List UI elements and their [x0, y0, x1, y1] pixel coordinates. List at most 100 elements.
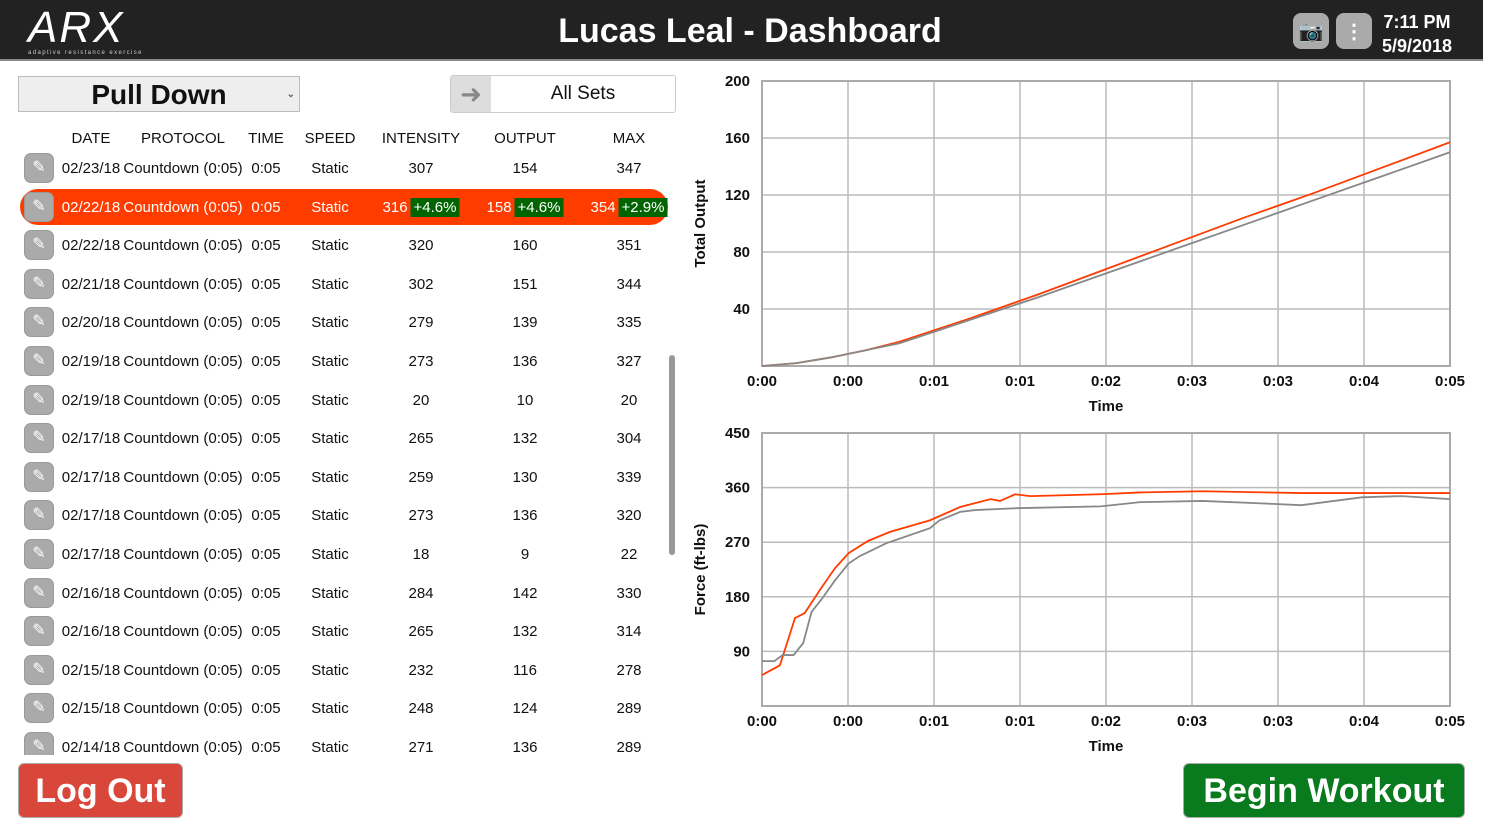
cell-speed: Static — [311, 314, 349, 332]
table-row[interactable]: ✎ 02/14/18 Countdown (0:05) 0:05 Static 271 13… — [20, 729, 668, 755]
edit-pencil-icon[interactable]: ✎ — [24, 268, 54, 299]
scrollbar[interactable] — [669, 355, 675, 555]
cell-max: 289 — [616, 739, 642, 755]
x-tick-label: 0:00 — [747, 713, 777, 730]
camera-button[interactable]: 📷 — [1293, 13, 1329, 49]
edit-pencil-icon[interactable]: ✎ — [24, 153, 54, 183]
cell-protocol: Countdown (0:05) — [123, 546, 243, 563]
camera-icon: 📷 — [1298, 20, 1324, 43]
cell-date: 02/21/18 — [61, 275, 121, 293]
column-header-intensity: INTENSITY — [381, 130, 461, 147]
cell-date: 02/22/18 — [61, 198, 121, 216]
edit-pencil-icon[interactable]: ✎ — [24, 616, 54, 647]
cell-protocol: Countdown (0:05) — [123, 700, 243, 718]
cell-date: 02/16/18 — [61, 623, 121, 641]
arrow-right-icon[interactable]: ➜ — [451, 76, 491, 112]
table-row[interactable]: ✎ 02/22/18 Countdown (0:05) 0:05 Static 316 +4… — [20, 188, 668, 225]
cell-max: 330 — [616, 584, 642, 602]
history-table[interactable]: ✎ 02/23/18 Countdown (0:05) 0:05 Static 307 15… — [0, 149, 680, 755]
edit-pencil-icon[interactable]: ✎ — [24, 693, 54, 724]
table-row[interactable]: ✎ 02/16/18 Countdown (0:05) 0:05 Static 284 14… — [20, 575, 668, 611]
cell-output: 154 — [512, 160, 538, 177]
table-row[interactable]: ✎ 02/19/18 Countdown (0:05) 0:05 Static 20 10 2… — [20, 382, 668, 418]
table-row[interactable]: ✎ 02/19/18 Countdown (0:05) 0:05 Static 273 13… — [20, 343, 668, 379]
edit-pencil-icon[interactable]: ✎ — [24, 191, 54, 222]
cell-time: 0:05 — [251, 353, 281, 370]
cell-date: 02/15/18 — [61, 661, 121, 679]
edit-pencil-icon[interactable]: ✎ — [24, 654, 54, 685]
cell-time: 0:05 — [251, 661, 281, 679]
cell-speed: Static — [311, 468, 349, 486]
x-tick-label: 0:02 — [1091, 713, 1121, 730]
table-row[interactable]: ✎ 02/21/18 Countdown (0:05) 0:05 Static 302 15… — [20, 266, 668, 302]
cell-intensity: 271 — [408, 739, 434, 755]
header: ARX adaptive resistance exercise Lucas L… — [0, 0, 1483, 61]
edit-pencil-icon[interactable]: ✎ — [24, 539, 54, 569]
cell-date: 02/17/18 — [61, 468, 121, 486]
cell-max: 278 — [616, 661, 642, 679]
change-badge: +4.6% — [410, 197, 460, 217]
table-row[interactable]: ✎ 02/15/18 Countdown (0:05) 0:05 Static 248 12… — [20, 690, 668, 726]
cell-output: 139 — [512, 314, 538, 332]
cell-speed: Static — [311, 584, 349, 602]
cell-protocol: Countdown (0:05) — [123, 275, 243, 293]
cell-intensity: 20 — [412, 391, 430, 409]
x-tick-label: 0:05 — [1435, 713, 1465, 730]
table-row[interactable]: ✎ 02/16/18 Countdown (0:05) 0:05 Static 265 13… — [20, 613, 668, 649]
cell-speed: Static — [311, 430, 349, 448]
cell-output: 160 — [512, 237, 538, 255]
table-row[interactable]: ✎ 02/17/18 Countdown (0:05) 0:05 Static 265 13… — [20, 420, 668, 456]
cell-speed: Static — [311, 700, 349, 718]
x-tick-label: 0:01 — [919, 373, 949, 390]
cell-date: 02/17/18 — [61, 430, 121, 448]
cell-time: 0:05 — [251, 160, 281, 177]
cell-intensity: 273 — [408, 507, 434, 525]
edit-pencil-icon[interactable]: ✎ — [24, 230, 54, 261]
edit-pencil-icon[interactable]: ✎ — [24, 500, 54, 531]
cell-protocol: Countdown (0:05) — [123, 507, 243, 525]
table-row[interactable]: ✎ 02/17/18 Countdown (0:05) 0:05 Static 18 9 22 — [20, 536, 668, 572]
cell-speed: Static — [311, 237, 349, 255]
edit-pencil-icon[interactable]: ✎ — [24, 461, 54, 492]
cell-output: 10 — [516, 391, 534, 409]
edit-pencil-icon[interactable]: ✎ — [24, 577, 54, 608]
edit-pencil-icon[interactable]: ✎ — [24, 307, 54, 338]
table-row[interactable]: ✎ 02/15/18 Countdown (0:05) 0:05 Static 232 11… — [20, 652, 668, 688]
cell-date: 02/17/18 — [61, 507, 121, 525]
cell-time: 0:05 — [251, 546, 281, 563]
edit-pencil-icon[interactable]: ✎ — [24, 346, 54, 376]
cell-max: 22 — [620, 546, 638, 563]
cell-date: 02/23/18 — [61, 160, 121, 177]
table-row[interactable]: ✎ 02/20/18 Countdown (0:05) 0:05 Static 279 13… — [20, 304, 668, 340]
begin-workout-button[interactable]: Begin Workout — [1183, 763, 1465, 818]
edit-pencil-icon[interactable]: ✎ — [24, 423, 54, 454]
cell-time: 0:05 — [251, 700, 281, 718]
cell-output: 136 — [512, 739, 538, 755]
exercise-select[interactable]: Pull Down ⌄ — [18, 76, 300, 112]
sets-filter[interactable]: ➜ All Sets — [450, 75, 676, 113]
table-row[interactable]: ✎ 02/22/18 Countdown (0:05) 0:05 Static 320 16… — [20, 227, 668, 263]
menu-button[interactable]: ⋮ — [1336, 13, 1372, 49]
column-header-max: MAX — [612, 130, 646, 147]
x-tick-label: 0:05 — [1435, 373, 1465, 390]
x-tick-label: 0:03 — [1263, 713, 1293, 730]
cell-output: 151 — [512, 275, 538, 293]
cell-speed: Static — [311, 198, 349, 216]
cell-protocol: Countdown (0:05) — [123, 353, 243, 370]
x-tick-label: 0:00 — [833, 713, 863, 730]
y-tick-label: 160 — [725, 130, 750, 147]
cell-output: 9 — [520, 546, 530, 563]
cell-max: 335 — [616, 314, 642, 332]
cell-intensity: 302 — [408, 275, 434, 293]
cell-speed: Static — [311, 160, 349, 177]
cell-output: 132 — [512, 623, 538, 641]
cell-protocol: Countdown (0:05) — [123, 623, 243, 641]
table-row[interactable]: ✎ 02/17/18 Countdown (0:05) 0:05 Static 259 13… — [20, 459, 668, 495]
cell-speed: Static — [311, 353, 349, 370]
table-row[interactable]: ✎ 02/17/18 Countdown (0:05) 0:05 Static 273 13… — [20, 497, 668, 533]
edit-pencil-icon[interactable]: ✎ — [24, 732, 54, 755]
table-row[interactable]: ✎ 02/23/18 Countdown (0:05) 0:05 Static 307 15… — [20, 150, 668, 186]
edit-pencil-icon[interactable]: ✎ — [24, 384, 54, 415]
clock: 7:11 PM 5/9/2018 — [1382, 12, 1453, 56]
logout-button[interactable]: Log Out — [18, 763, 183, 818]
